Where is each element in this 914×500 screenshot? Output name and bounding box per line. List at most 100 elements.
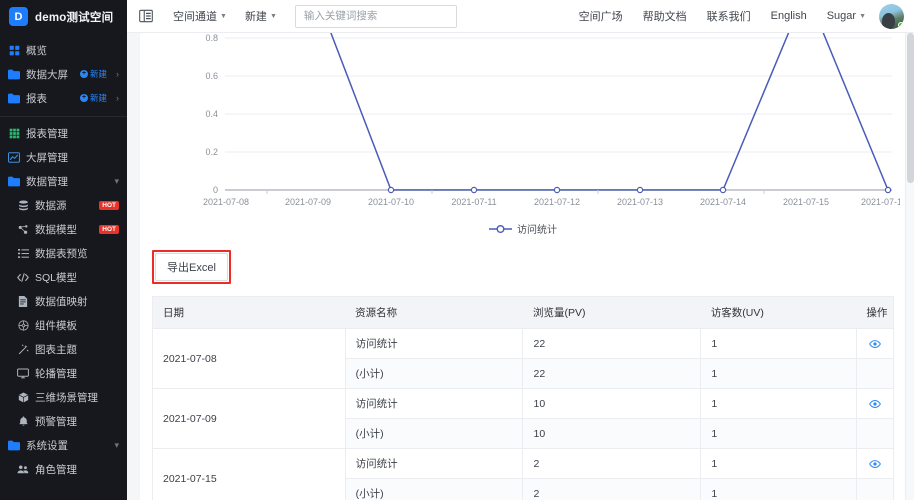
sidebar-item-reports[interactable]: 报表 + 新建 › [0,86,127,110]
export-highlight-box: 导出Excel [152,250,231,284]
cell-resource: 访问统计 [345,328,524,359]
sidebar-item-label: 组件模板 [35,319,77,332]
search-input[interactable] [303,10,448,22]
sidebar-item-3d-scene-management[interactable]: 三维场景管理 [0,385,127,409]
topbar: 空间通道 ▼ 新建 ▼ 空间广场 帮助文档 联系我们 [127,0,914,33]
chart-icon [8,151,20,163]
sidebar-main-menu: 报表管理 大屏管理 数据管理 ▾ 数据源 HOT 数据模型 HOT 数据表预览 … [0,121,127,481]
legend-marker-icon [489,224,512,233]
chart-legend[interactable]: 访问统计 [140,221,906,236]
eye-icon[interactable] [869,338,881,350]
legend-label: 访问统计 [517,225,557,236]
chevron-right-icon[interactable]: › [116,93,119,103]
topnav-space-plaza[interactable]: 空间广场 [579,8,623,24]
cell-pv: 22 [522,358,702,389]
sidebar-item-data-source[interactable]: 数据源 HOT [0,193,127,217]
chart-y-ticks: 0.8 0.6 0.4 0.2 0 [205,33,218,195]
create-new-badge[interactable]: + 新建 [79,68,107,80]
table-head: 日期 资源名称 浏览量(PV) 访客数(UV) 操作 [152,296,895,329]
topnav-space-channel[interactable]: 空间通道 ▼ [173,8,227,24]
chevron-down-icon[interactable]: ▾ [114,440,119,451]
sidebar-item-system-settings[interactable]: 系统设置 ▾ [0,433,127,457]
topnav-label: 空间通道 [173,11,217,23]
cell-resource: 访问统计 [345,388,524,419]
chart-gridlines [225,37,892,153]
column-header-pv[interactable]: 浏览量(PV) [522,296,701,329]
cell-resource: (小计) [344,358,524,389]
topnav-user-menu[interactable]: Sugar ▼ [827,10,866,22]
export-excel-button[interactable]: 导出Excel [155,253,228,281]
sidebar-item-label: 概览 [26,44,47,57]
topnav-language-english[interactable]: English [771,10,807,22]
topnav-create-new[interactable]: 新建 ▼ [245,8,277,24]
cell-pv: 22 [522,328,702,359]
topnav-label: 帮助文档 [642,11,687,23]
svg-text:2021-07-09: 2021-07-09 [285,197,331,207]
svg-text:0.2: 0.2 [205,147,218,157]
folder-icon [8,68,20,80]
vertical-scrollbar-track[interactable] [905,33,914,500]
sidebar-item-sql-model[interactable]: SQL模型 [0,265,127,289]
sidebar-item-label: 报表 [26,92,47,105]
column-header-uv[interactable]: 访客数(UV) [700,296,857,329]
eye-icon[interactable] [869,398,881,410]
stats-card: 0.8 0.6 0.4 0.2 0 2021-07-08 2021-07-09 … [140,33,906,500]
svg-text:0.6: 0.6 [205,71,218,81]
create-new-badge[interactable]: + 新建 [79,92,107,104]
sidebar-item-alert-management[interactable]: 预警管理 [0,409,127,433]
cube-icon [17,391,29,403]
chevron-down-icon: ▼ [269,12,277,20]
cell-action [856,448,895,479]
svg-text:2021-07-15: 2021-07-15 [783,197,829,207]
topbar-right: 空间广场 帮助文档 联系我们 English Sugar ▼ [559,3,904,29]
svg-text:2021-07-16: 2021-07-16 [861,197,900,207]
vertical-scrollbar-thumb[interactable] [907,33,914,183]
search-box[interactable] [294,4,457,28]
cell-uv: 1 [700,388,857,419]
sidebar-item-label: 数据源 [35,199,67,212]
cell-action [856,388,895,419]
table-header-row: 日期 资源名称 浏览量(PV) 访客数(UV) 操作 [152,296,895,329]
sidebar-item-role-management[interactable]: 角色管理 [0,457,127,481]
svg-text:2021-07-10: 2021-07-10 [368,197,414,207]
workspace-brand[interactable]: D demo测试空间 [0,0,127,33]
folder-icon [8,439,20,451]
column-header-resource[interactable]: 资源名称 [345,296,523,329]
topnav-label: 空间广场 [578,11,623,23]
sidebar-item-chart-theme[interactable]: 图表主题 [0,337,127,361]
column-header-action[interactable]: 操作 [856,296,895,329]
topnav-label: English [770,10,807,22]
sidebar-item-data-screen[interactable]: 数据大屏 + 新建 › [0,62,127,86]
cell-pv: 10 [522,388,702,419]
chevron-right-icon[interactable]: › [116,69,119,79]
sidebar-item-label: SQL模型 [35,271,78,284]
eye-icon[interactable] [869,458,881,470]
sidebar-item-label: 数据大屏 [26,68,68,81]
chevron-down-icon[interactable]: ▾ [114,176,119,187]
sidebar-item-value-mapping[interactable]: 数据值映射 [0,289,127,313]
cell-resource: 访问统计 [345,448,524,479]
topnav-help-docs[interactable]: 帮助文档 [643,8,687,24]
avatar[interactable] [879,3,904,29]
sidebar-item-screen-management[interactable]: 大屏管理 [0,145,127,169]
sidebar-item-overview[interactable]: 概览 [0,38,127,62]
topnav-contact-us[interactable]: 联系我们 [707,8,751,24]
cell-date: 2021-07-15 [152,448,346,500]
sidebar-item-table-preview[interactable]: 数据表预览 [0,241,127,265]
cell-uv: 1 [700,328,857,359]
sidebar-item-data-model[interactable]: 数据模型 HOT [0,217,127,241]
sidebar-item-component-template[interactable]: 组件模板 [0,313,127,337]
cell-pv: 10 [522,418,702,449]
sidebar-collapse-icon[interactable] [137,7,155,25]
sidebar-item-data-management[interactable]: 数据管理 ▾ [0,169,127,193]
sidebar-item-label: 数据模型 [35,223,77,236]
sidebar-item-report-management[interactable]: 报表管理 [0,121,127,145]
toolbar-row: 导出Excel [140,238,906,284]
monitor-icon [17,367,29,379]
sidebar-item-label: 大屏管理 [26,151,68,164]
sidebar-item-carousel-management[interactable]: 轮播管理 [0,361,127,385]
cell-action [856,478,895,500]
document-icon [17,295,29,307]
column-header-date[interactable]: 日期 [152,296,346,329]
svg-text:2021-07-13: 2021-07-13 [617,197,663,207]
